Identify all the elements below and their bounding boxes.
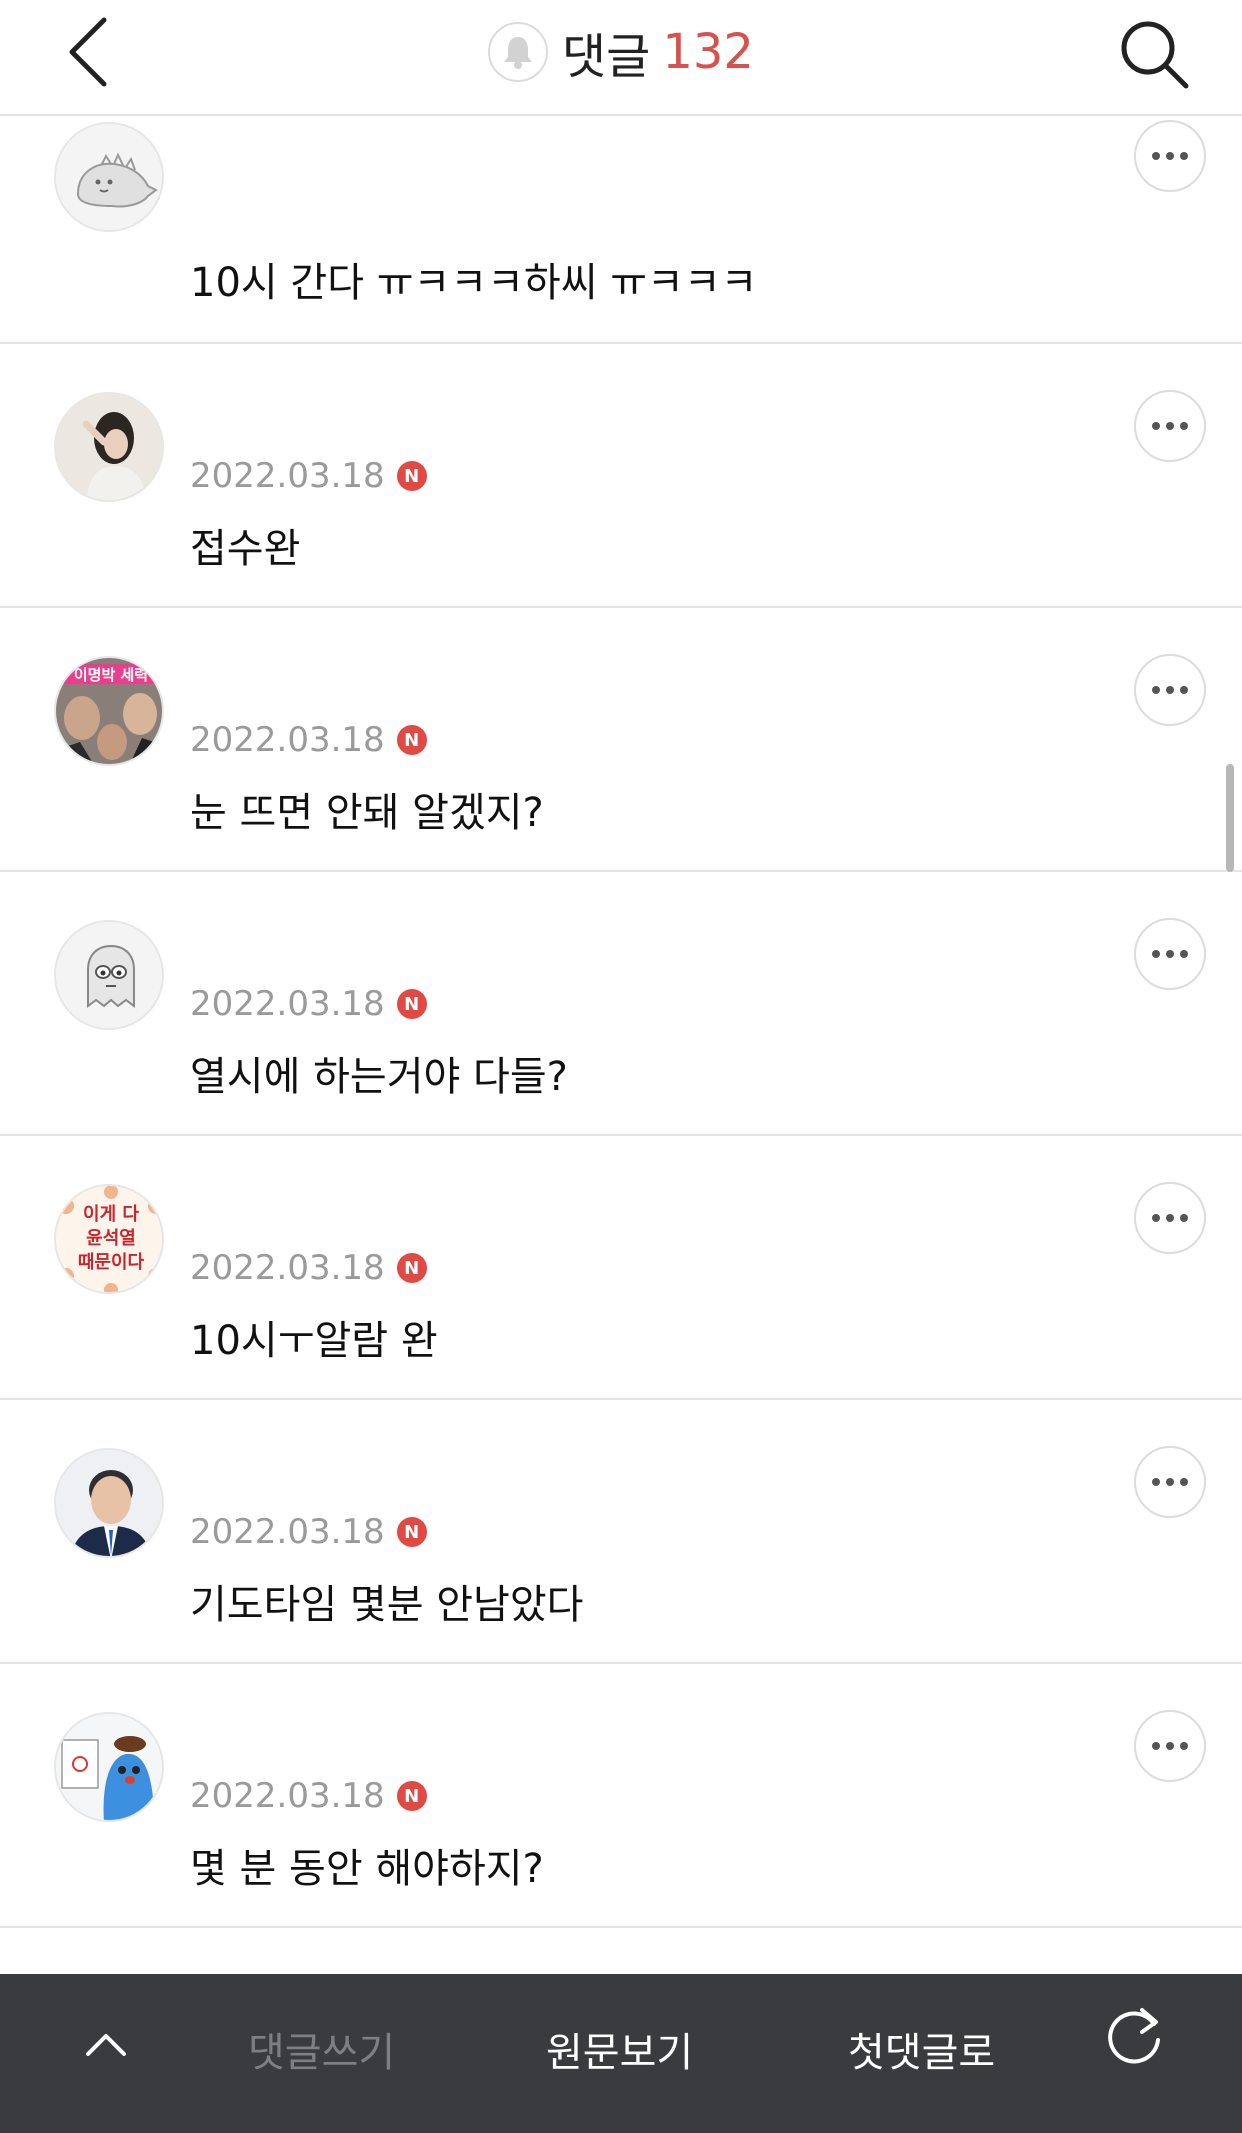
more-options-button[interactable]: [1134, 1446, 1206, 1518]
comment-author: [190, 400, 450, 424]
comment-author: [190, 130, 450, 154]
comment-author: [190, 1192, 450, 1216]
avatar[interactable]: 이명박 세력: [54, 656, 164, 766]
more-options-button[interactable]: [1134, 390, 1206, 462]
comment-author: [190, 664, 450, 688]
person-photo-avatar-icon: [56, 394, 162, 500]
blue-character-avatar-icon: [56, 1714, 162, 1820]
comment-author: [190, 1456, 450, 1480]
avatar[interactable]: [54, 1712, 164, 1822]
top-bar: 댓글 132: [0, 0, 1242, 116]
comment-text: 열시에 하는거야 다들?: [190, 1054, 568, 1100]
comment-text: 10시ㅜ알람 완: [190, 1318, 438, 1364]
comment-text: 몇 분 동안 해야하지?: [190, 1846, 544, 1892]
more-options-button[interactable]: [1134, 918, 1206, 990]
comment-list: 10시 간다 ㅠㅋㅋㅋ하씨 ㅠㅋㅋㅋ 2022.03.18 N 접수완 이명박 …: [0, 116, 1242, 1928]
comment-meta: 2022.03.18 N: [190, 984, 427, 1024]
page-title-text: 댓글: [562, 29, 651, 85]
comment-count: 132: [662, 24, 754, 80]
comment-item: 2022.03.18 N 기도타임 몇분 안남았다: [0, 1400, 1242, 1664]
more-options-button[interactable]: [1134, 654, 1206, 726]
more-options-button[interactable]: [1134, 1182, 1206, 1254]
bottom-toolbar: 댓글쓰기 원문보기 첫댓글로: [0, 1974, 1242, 2133]
write-comment-button[interactable]: 댓글쓰기: [248, 2020, 395, 2078]
comment-date: 2022.03.18: [190, 720, 385, 760]
avatar-slogan-line: 이게 다: [83, 1204, 139, 1225]
comment-text: 접수완: [190, 526, 301, 572]
chevron-up-icon: [86, 2034, 126, 2056]
comment-item: 2022.03.18 N 몇 분 동안 해야하지?: [0, 1664, 1242, 1928]
more-options-button[interactable]: [1134, 120, 1206, 192]
page-title: 댓글 132: [0, 20, 1242, 85]
bell-icon: [504, 37, 533, 69]
comment-text: 눈 뜨면 안돼 알겠지?: [190, 790, 544, 836]
ghost-character-avatar-icon: [56, 922, 162, 1028]
avatar[interactable]: 이게 다 윤석열 때문이다: [54, 1184, 164, 1294]
comment-item: 이명박 세력 2022.03.18 N 눈 뜨면 안돼 알겠지?: [0, 608, 1242, 872]
comment-text: 10시 간다 ㅠㅋㅋㅋ하씨 ㅠㅋㅋㅋ: [190, 260, 758, 306]
avatar[interactable]: [54, 1448, 164, 1558]
portrait-photo-avatar-icon: [56, 1450, 162, 1556]
comment-item: 2022.03.18 N 열시에 하는거야 다들?: [0, 872, 1242, 1136]
new-badge: N: [396, 989, 427, 1019]
comment-item: 10시 간다 ㅠㅋㅋㅋ하씨 ㅠㅋㅋㅋ: [0, 116, 1242, 344]
ellipsis-icon: [1152, 686, 1160, 694]
avatar[interactable]: [54, 392, 164, 502]
comment-author: [190, 928, 450, 952]
ellipsis-icon: [1152, 1742, 1160, 1750]
avatar[interactable]: [54, 920, 164, 1030]
dinosaur-avatar-icon: [56, 124, 162, 230]
first-comment-button[interactable]: 첫댓글로: [848, 2020, 995, 2078]
avatar-caption: 이명박 세력: [74, 666, 148, 684]
comment-meta: 2022.03.18 N: [190, 1776, 427, 1816]
scrollbar[interactable]: [1226, 764, 1234, 872]
comment-item: 이게 다 윤석열 때문이다 2022.03.18 N 10시ㅜ알람 완: [0, 1136, 1242, 1400]
comment-meta: 2022.03.18 N: [190, 720, 427, 760]
new-badge: N: [396, 1517, 427, 1547]
comment-date: 2022.03.18: [190, 1248, 385, 1288]
search-icon: [1121, 21, 1189, 89]
ellipsis-icon: [1152, 152, 1160, 160]
comment-author: [190, 1720, 450, 1744]
notification-toggle[interactable]: [488, 22, 549, 82]
comment-meta: 2022.03.18 N: [190, 1512, 427, 1552]
ellipsis-icon: [1152, 1214, 1160, 1222]
comment-date: 2022.03.18: [190, 1512, 385, 1552]
comment-item: 2022.03.18 N 접수완: [0, 344, 1242, 608]
search-button[interactable]: [1114, 14, 1194, 94]
comment-text: 기도타임 몇분 안남았다: [190, 1582, 584, 1628]
new-badge: N: [396, 1253, 427, 1283]
comment-date: 2022.03.18: [190, 1776, 385, 1816]
ellipsis-icon: [1152, 1478, 1160, 1486]
group-photo-avatar-icon: 이명박 세력: [56, 658, 162, 764]
ellipsis-icon: [1152, 950, 1160, 958]
new-badge: N: [396, 725, 427, 755]
comment-date: 2022.03.18: [190, 984, 385, 1024]
comment-meta: 2022.03.18 N: [190, 1248, 427, 1288]
avatar-slogan-line: 윤석열: [86, 1228, 136, 1249]
avatar-slogan-line: 때문이다: [78, 1252, 145, 1273]
new-badge: N: [396, 461, 427, 491]
refresh-button[interactable]: [1098, 2000, 1170, 2072]
comment-meta: 2022.03.18 N: [190, 456, 427, 496]
view-original-button[interactable]: 원문보기: [546, 2020, 693, 2078]
ellipsis-icon: [1152, 422, 1160, 430]
more-options-button[interactable]: [1134, 1710, 1206, 1782]
comment-date: 2022.03.18: [190, 456, 385, 496]
scroll-top-button[interactable]: [76, 2014, 136, 2074]
refresh-icon: [1108, 2008, 1160, 2064]
slogan-avatar-icon: 이게 다 윤석열 때문이다: [56, 1186, 162, 1292]
avatar[interactable]: [54, 122, 164, 232]
new-badge: N: [396, 1781, 427, 1811]
